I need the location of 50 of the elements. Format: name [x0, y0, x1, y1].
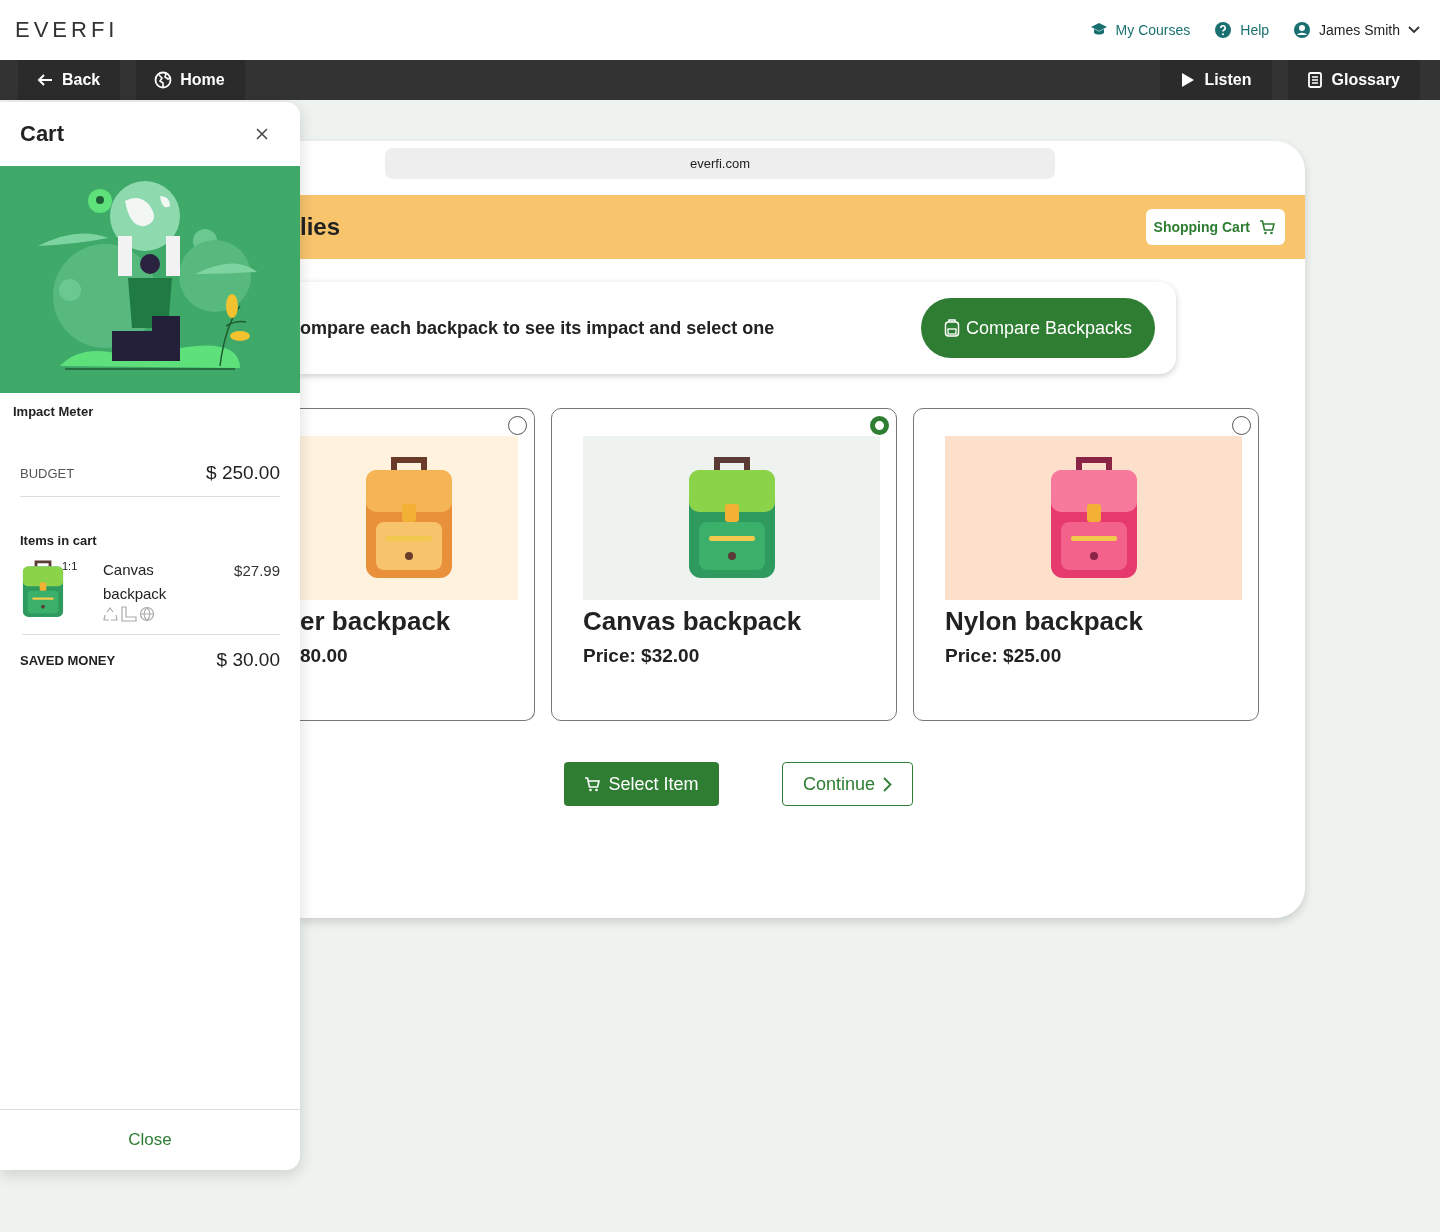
- help-icon: [1214, 21, 1233, 39]
- nav-button[interactable]: Back: [18, 60, 121, 100]
- quantity-label: 1:1: [62, 560, 78, 574]
- item-name: Canvas backpack: [103, 560, 168, 604]
- cart-icon: [584, 776, 601, 792]
- impact-icons-drawing: [103, 606, 155, 622]
- item-price: $27.99: [234, 562, 280, 581]
- section-title: Impact Meter: [13, 404, 95, 419]
- book-icon: [1305, 71, 1324, 89]
- compare-button[interactable]: Compare Backpacks: [921, 298, 1155, 358]
- backpack-icon: [943, 319, 960, 337]
- globe-icon: [154, 71, 173, 89]
- chevron-down-icon: [1408, 26, 1420, 34]
- nav-button[interactable]: Glossary: [1287, 60, 1420, 100]
- budget-value: $ 250.00: [206, 462, 280, 484]
- close-button[interactable]: Close: [122, 1129, 178, 1151]
- instruction-text: ompare each backpack to see its impact and select one: [300, 317, 775, 339]
- product-name: Canvas backpack: [583, 606, 803, 637]
- cart-icon: [1259, 219, 1275, 235]
- panel-title: Cart: [20, 121, 64, 147]
- logo[interactable]: EVERFI: [15, 17, 119, 43]
- user-menu[interactable]: James Smith: [1293, 21, 1420, 39]
- saved-money-label: SAVED MONEY: [20, 652, 116, 668]
- product-card[interactable]: Canvas backpack Price: $32.00: [551, 408, 897, 721]
- product-card[interactable]: Nylon backpack Price: $25.00: [913, 408, 1259, 721]
- product-price: Price: $25.00: [945, 645, 1063, 667]
- product-name: er backpack: [300, 606, 452, 637]
- select-item-button[interactable]: Select Item: [564, 762, 719, 806]
- backpack-thumbnail-drawing: [22, 560, 64, 618]
- radio-button[interactable]: [1232, 416, 1251, 435]
- saved-money-value: $ 30.00: [216, 649, 280, 671]
- user-avatar-icon: [1293, 21, 1312, 39]
- product-card[interactable]: er backpack 80.00: [300, 408, 535, 721]
- continue-button[interactable]: Continue: [782, 762, 913, 806]
- banner-title: lies: [300, 213, 341, 241]
- radio-button[interactable]: [870, 416, 889, 435]
- chevron-right-icon: [883, 776, 893, 792]
- items-heading: Items in cart: [20, 533, 98, 548]
- radio-button[interactable]: [508, 416, 527, 435]
- product-name: Nylon backpack: [945, 606, 1144, 637]
- close-icon[interactable]: [256, 128, 268, 140]
- nav-button[interactable]: Home: [136, 60, 245, 100]
- nav-button[interactable]: Listen: [1160, 60, 1272, 100]
- header-link[interactable]: Help: [1214, 21, 1270, 39]
- address-bar[interactable]: everfi.com: [385, 148, 1055, 179]
- product-price: 80.00: [300, 645, 349, 667]
- header-link[interactable]: My Courses: [1089, 21, 1191, 39]
- product-price: Price: $32.00: [583, 645, 701, 667]
- budget-label: BUDGET: [20, 465, 75, 481]
- shopping-cart-button[interactable]: Shopping Cart: [1145, 209, 1285, 245]
